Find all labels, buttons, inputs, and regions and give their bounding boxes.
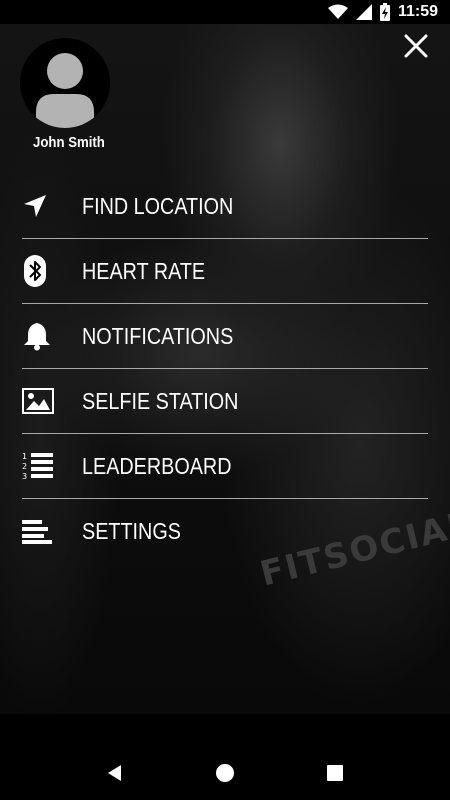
menu-item-label: NOTIFICATIONS bbox=[82, 322, 234, 349]
menu-item-notifications[interactable]: NOTIFICATIONS bbox=[22, 304, 428, 369]
ordered-list-icon: 1 2 3 bbox=[22, 452, 53, 481]
drawer-menu: FIND LOCATION HEART RATE NOTIFICATIONS S… bbox=[22, 174, 428, 564]
menu-item-label: HEART RATE bbox=[82, 257, 206, 284]
signal-icon bbox=[355, 4, 372, 20]
svg-text:1: 1 bbox=[22, 452, 27, 461]
menu-item-selfie-station[interactable]: SELFIE STATION bbox=[22, 369, 428, 434]
wifi-icon bbox=[327, 4, 348, 19]
menu-item-find-location[interactable]: FIND LOCATION bbox=[22, 174, 428, 239]
home-button[interactable] bbox=[205, 753, 245, 793]
menu-item-leaderboard[interactable]: 1 2 3 LEADERBOARD bbox=[22, 434, 428, 499]
system-nav-bar bbox=[0, 746, 450, 800]
close-button[interactable] bbox=[400, 30, 432, 62]
recents-button[interactable] bbox=[315, 753, 355, 793]
back-button[interactable] bbox=[95, 753, 135, 793]
bluetooth-icon bbox=[24, 255, 46, 287]
menu-item-label: SETTINGS bbox=[82, 518, 181, 544]
settings-lines-icon bbox=[22, 519, 52, 544]
menu-item-label: LEADERBOARD bbox=[82, 452, 232, 479]
close-icon bbox=[404, 34, 428, 58]
user-placeholder-icon bbox=[36, 53, 94, 128]
svg-text:2: 2 bbox=[22, 462, 27, 471]
recents-icon bbox=[327, 765, 343, 781]
home-icon bbox=[216, 764, 234, 782]
bell-icon bbox=[24, 323, 50, 351]
battery-charging-icon bbox=[379, 3, 390, 21]
location-arrow-icon bbox=[24, 195, 46, 217]
user-name: John Smith bbox=[33, 134, 105, 151]
image-icon bbox=[22, 388, 54, 414]
menu-item-label: SELFIE STATION bbox=[82, 387, 239, 414]
back-icon bbox=[108, 765, 121, 781]
status-bar: 11:59 bbox=[0, 0, 450, 24]
menu-item-settings[interactable]: SETTINGS bbox=[22, 499, 428, 564]
avatar[interactable] bbox=[20, 38, 110, 128]
menu-item-heart-rate[interactable]: HEART RATE bbox=[22, 239, 428, 304]
status-time: 11:59 bbox=[397, 3, 438, 20]
menu-item-label: FIND LOCATION bbox=[82, 192, 234, 219]
svg-text:3: 3 bbox=[22, 472, 27, 481]
